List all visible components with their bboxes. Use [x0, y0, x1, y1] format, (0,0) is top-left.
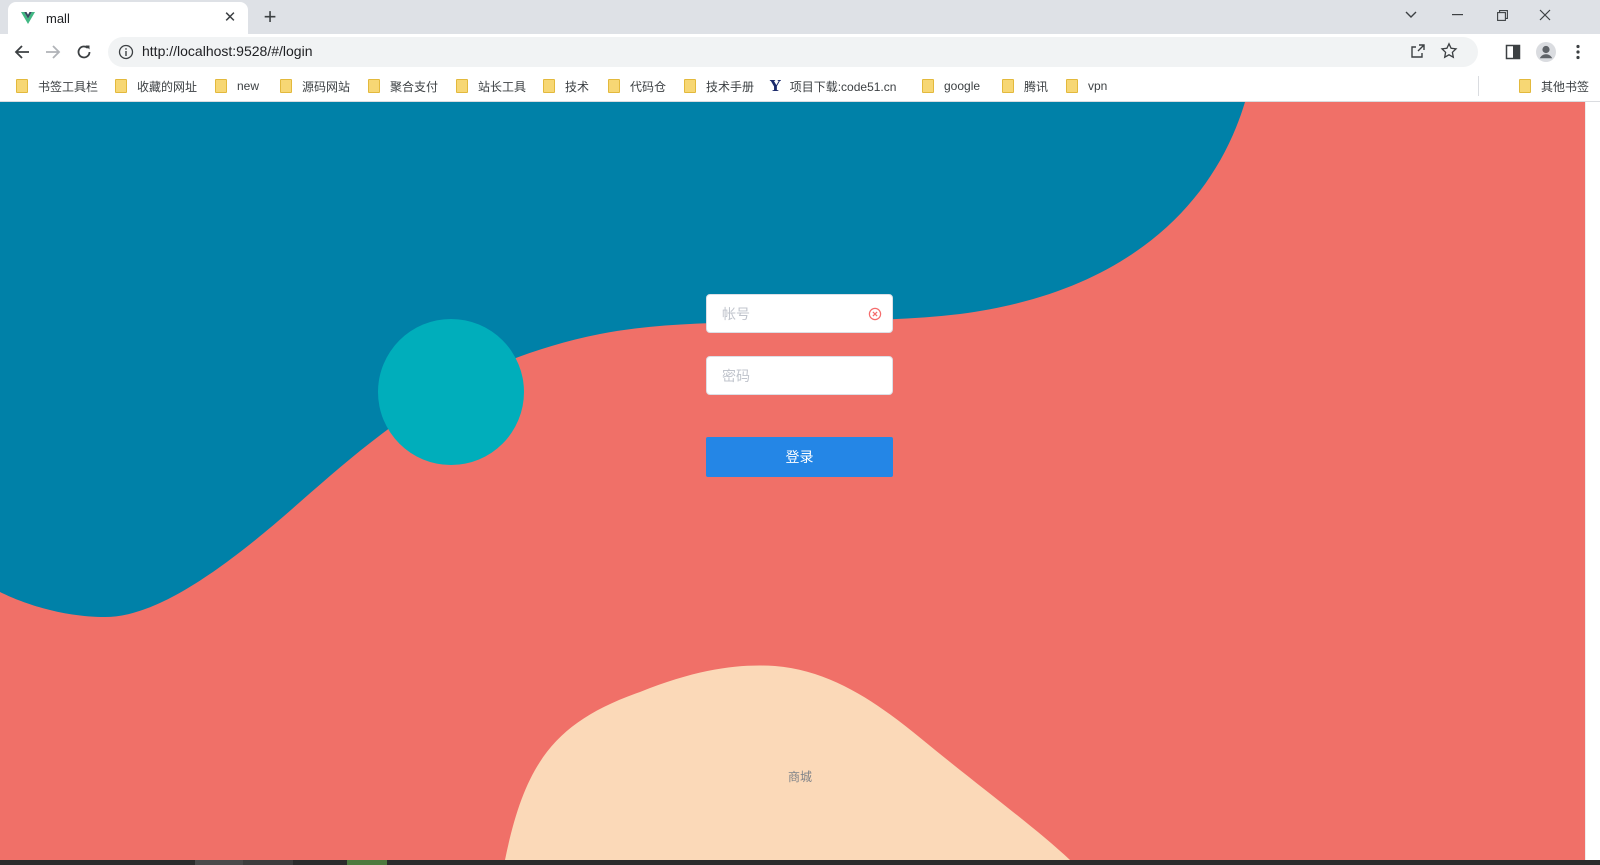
bookmark-folder[interactable]: 技术 — [543, 76, 589, 96]
folder-icon — [16, 79, 28, 93]
folder-icon — [608, 79, 620, 93]
bookmark-folder[interactable]: 源码网站 — [280, 76, 350, 96]
bookmark-label: 站长工具 — [478, 79, 527, 94]
bookmark-folder[interactable]: 站长工具 — [456, 76, 526, 96]
username-input[interactable] — [707, 295, 892, 332]
profile-avatar-icon[interactable] — [1532, 38, 1560, 66]
folder-icon — [368, 79, 380, 93]
bookmark-label: google — [944, 79, 981, 93]
info-icon[interactable] — [118, 44, 134, 60]
bookmark-link[interactable]: Y 项目下载:code51.cn — [770, 76, 896, 96]
tab-title: mall — [46, 10, 70, 26]
bookmark-label: new — [237, 79, 260, 93]
clear-input-icon[interactable] — [868, 307, 882, 321]
bookmark-label: 技术手册 — [706, 79, 755, 94]
folder-icon — [280, 79, 292, 93]
password-input[interactable] — [707, 357, 892, 394]
bookmark-label: 项目下载:code51.cn — [789, 79, 897, 94]
url-path: :9528/#/login — [232, 43, 313, 59]
folder-icon — [1066, 79, 1078, 93]
close-window-button[interactable] — [1522, 0, 1568, 30]
y-logo-icon: Y — [770, 77, 781, 95]
bookmark-folder[interactable]: vpn — [1066, 76, 1107, 96]
share-icon[interactable] — [1410, 43, 1426, 64]
bookmark-label: 其他书签 — [1541, 79, 1590, 94]
bookmark-label: 源码网站 — [302, 79, 351, 94]
folder-icon — [115, 79, 127, 93]
bookmark-folder[interactable]: 代码仓 — [608, 76, 666, 96]
close-tab-icon[interactable]: ✕ — [222, 10, 238, 26]
vertical-scrollbar[interactable] — [1585, 102, 1600, 860]
bookmarks-divider — [1478, 76, 1479, 96]
bookmark-label: 技术 — [565, 79, 590, 94]
bookmark-folder[interactable]: new — [215, 76, 259, 96]
bookmark-label: 腾讯 — [1024, 79, 1049, 94]
teal-circle-shape — [378, 319, 524, 465]
restore-button[interactable] — [1479, 0, 1525, 30]
bookmark-star-icon[interactable] — [1440, 42, 1458, 65]
minimize-button[interactable] — [1434, 0, 1480, 30]
bookmark-label: 聚合支付 — [390, 79, 439, 94]
tab-strip: mall ✕ + — [0, 0, 1600, 34]
username-field — [706, 294, 893, 333]
browser-toolbar: http://localhost:9528/#/login — [0, 34, 1600, 70]
other-bookmarks-folder[interactable]: 其他书签 — [1519, 76, 1589, 96]
side-panel-icon[interactable] — [1499, 38, 1527, 66]
browser-tab[interactable]: mall ✕ — [8, 2, 248, 34]
taskbar-item[interactable] — [243, 860, 293, 865]
new-tab-button[interactable]: + — [258, 6, 282, 30]
folder-icon — [543, 79, 555, 93]
bookmark-label: 书签工具栏 — [38, 79, 99, 94]
bookmarks-bar: 书签工具栏 收藏的网址 new 源码网站 聚合支付 站长工具 技术 代码仓 技术… — [0, 70, 1600, 102]
back-button[interactable] — [8, 38, 36, 66]
folder-icon — [1519, 79, 1531, 93]
url-text: http://localhost:9528/#/login — [142, 43, 312, 59]
folder-icon — [1002, 79, 1014, 93]
menu-kebab-icon[interactable] — [1564, 38, 1592, 66]
bookmark-folder[interactable]: 书签工具栏 — [16, 76, 98, 96]
login-button[interactable]: 登录 — [706, 437, 893, 477]
taskbar-item[interactable] — [195, 860, 243, 865]
bookmark-label: 代码仓 — [630, 79, 667, 94]
login-form: 登录 — [706, 294, 893, 477]
peach-hill-shape — [505, 665, 1070, 860]
reload-button[interactable] — [70, 38, 98, 66]
folder-icon — [684, 79, 696, 93]
footer-title: 商城 — [788, 770, 813, 784]
blue-wave-shape — [0, 102, 1245, 617]
vue-logo-icon — [20, 10, 36, 26]
page-viewport: 登录 商城 — [0, 102, 1600, 860]
address-bar[interactable]: http://localhost:9528/#/login — [108, 37, 1478, 67]
bookmark-folder[interactable]: 技术手册 — [684, 76, 754, 96]
url-scheme: http:// — [142, 43, 178, 59]
taskbar-item[interactable] — [347, 860, 387, 865]
tab-search-icon[interactable] — [1388, 0, 1434, 30]
bookmark-folder[interactable]: google — [922, 76, 980, 96]
taskbar-strip — [0, 860, 1600, 865]
folder-icon — [456, 79, 468, 93]
bookmark-folder[interactable]: 收藏的网址 — [115, 76, 197, 96]
password-field — [706, 356, 893, 395]
bookmark-label: 收藏的网址 — [137, 79, 198, 94]
background-art — [0, 102, 1245, 860]
folder-icon — [215, 79, 227, 93]
folder-icon — [922, 79, 934, 93]
forward-button[interactable] — [39, 38, 67, 66]
url-host: localhost — [177, 43, 233, 59]
bookmark-folder[interactable]: 腾讯 — [1002, 76, 1048, 96]
bookmark-folder[interactable]: 聚合支付 — [368, 76, 438, 96]
bookmark-label: vpn — [1088, 79, 1108, 93]
